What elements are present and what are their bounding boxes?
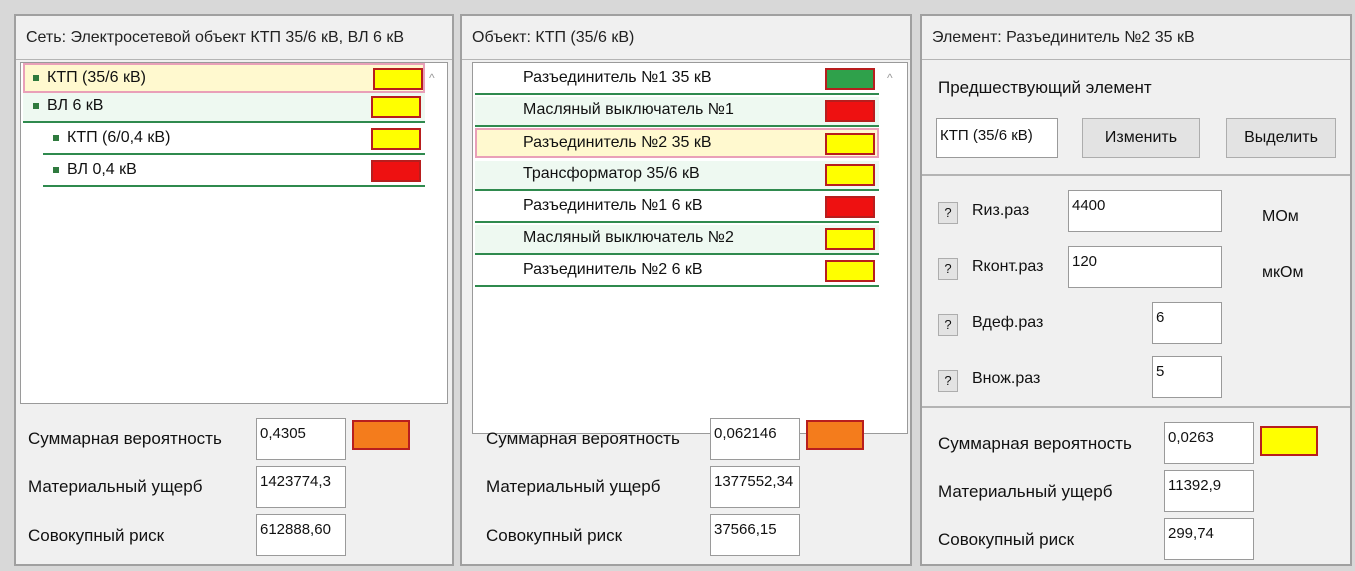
element-row[interactable]: Разъединитель №2 6 кВ [475,257,879,287]
element-row[interactable]: Масляный выключатель №2 [475,225,879,255]
bullet-icon [53,135,59,141]
tree-item-vl-6[interactable]: ВЛ 6 кВ [23,93,425,123]
status-swatch [825,196,875,218]
bullet-icon [33,103,39,109]
select-button[interactable]: Выделить [1226,118,1336,158]
object-panel: Объект: КТП (35/6 кВ) ^ Разъединитель №1… [460,14,912,566]
help-button[interactable]: ? [938,202,958,224]
separator [922,406,1350,408]
status-swatch [825,228,875,250]
status-swatch [825,68,875,90]
probability-swatch [1260,426,1318,456]
probability-field[interactable]: 0,0263 [1164,422,1254,464]
damage-label: Материальный ущерб [486,477,661,496]
tree-item-vl-04[interactable]: ВЛ 0,4 кВ [43,157,425,187]
probability-label: Суммарная вероятность [28,429,222,448]
tree-item-ktp-6-04[interactable]: КТП (6/0,4 кВ) [43,125,425,155]
status-swatch [371,128,421,150]
element-panel: Элемент: Разъединитель №2 35 кВ Предшест… [920,14,1352,566]
predecessor-label: Предшествующий элемент [938,78,1152,97]
bullet-icon [53,167,59,173]
status-swatch [373,68,423,90]
element-label: Разъединитель №1 35 кВ [523,69,712,86]
probability-swatch [806,420,864,450]
element-label: Трансформатор 35/6 кВ [523,165,700,182]
chevron-up-icon[interactable]: ^ [887,71,893,85]
param-unit: мкОм [1262,264,1304,281]
object-element-list[interactable]: ^ Разъединитель №1 35 кВ Масляный выключ… [472,62,908,434]
param-name: Rиз.раз [972,202,1030,219]
probability-label: Суммарная вероятность [938,434,1132,453]
bullet-icon [33,75,39,81]
element-label: Разъединитель №1 6 кВ [523,197,703,214]
help-button[interactable]: ? [938,258,958,280]
help-button[interactable]: ? [938,370,958,392]
risk-field[interactable]: 299,74 [1164,518,1254,560]
element-row[interactable]: Масляный выключатель №1 [475,97,879,127]
param-value-field[interactable]: 6 [1152,302,1222,344]
probability-field[interactable]: 0,062146 [710,418,800,460]
status-swatch [371,160,421,182]
element-panel-title: Элемент: Разъединитель №2 35 кВ [922,16,1350,60]
damage-label: Материальный ущерб [938,482,1113,501]
chevron-up-icon[interactable]: ^ [429,71,435,85]
status-swatch [825,133,875,155]
probability-swatch [352,420,410,450]
element-row[interactable]: Разъединитель №1 6 кВ [475,193,879,223]
element-row[interactable]: Разъединитель №1 35 кВ [475,65,879,95]
damage-label: Материальный ущерб [28,477,203,496]
risk-label: Совокупный риск [28,526,165,545]
element-label: Масляный выключатель №2 [523,229,734,246]
param-name: Внож.раз [972,370,1041,387]
param-name: Rконт.раз [972,258,1044,275]
element-label: Разъединитель №2 6 кВ [523,261,703,278]
separator [922,174,1350,176]
tree-item-label: КТП (35/6 кВ) [47,69,146,86]
risk-field[interactable]: 37566,15 [710,514,800,556]
status-swatch [825,100,875,122]
object-panel-title: Объект: КТП (35/6 кВ) [462,16,910,60]
risk-field[interactable]: 612888,60 [256,514,346,556]
status-swatch [825,260,875,282]
damage-field[interactable]: 1423774,3 [256,466,346,508]
network-panel: Сеть: Электросетевой объект КТП 35/6 кВ,… [14,14,454,566]
probability-field[interactable]: 0,4305 [256,418,346,460]
help-button[interactable]: ? [938,314,958,336]
change-button[interactable]: Изменить [1082,118,1200,158]
network-tree[interactable]: ^ КТП (35/6 кВ) ВЛ 6 кВ КТП (6/0,4 кВ) В… [20,62,448,404]
param-value-field[interactable]: 120 [1068,246,1222,288]
predecessor-field[interactable]: КТП (35/6 кВ) [936,118,1058,158]
status-swatch [825,164,875,186]
risk-label: Совокупный риск [486,526,623,545]
status-swatch [371,96,421,118]
tree-item-label: ВЛ 0,4 кВ [67,161,137,178]
element-label: Масляный выключатель №1 [523,101,734,118]
network-panel-title: Сеть: Электросетевой объект КТП 35/6 кВ,… [16,16,452,60]
element-label: Разъединитель №2 35 кВ [523,134,712,151]
tree-item-label: КТП (6/0,4 кВ) [67,129,171,146]
element-row[interactable]: Трансформатор 35/6 кВ [475,161,879,191]
element-row[interactable]: Разъединитель №2 35 кВ [475,128,879,158]
param-unit: МОм [1262,208,1299,225]
probability-label: Суммарная вероятность [486,429,680,448]
tree-item-label: ВЛ 6 кВ [47,97,104,114]
tree-item-ktp-35-6[interactable]: КТП (35/6 кВ) [23,63,425,93]
param-name: Вдеф.раз [972,314,1044,331]
param-value-field[interactable]: 4400 [1068,190,1222,232]
risk-label: Совокупный риск [938,530,1075,549]
param-value-field[interactable]: 5 [1152,356,1222,398]
damage-field[interactable]: 1377552,34 [710,466,800,508]
damage-field[interactable]: 11392,9 [1164,470,1254,512]
